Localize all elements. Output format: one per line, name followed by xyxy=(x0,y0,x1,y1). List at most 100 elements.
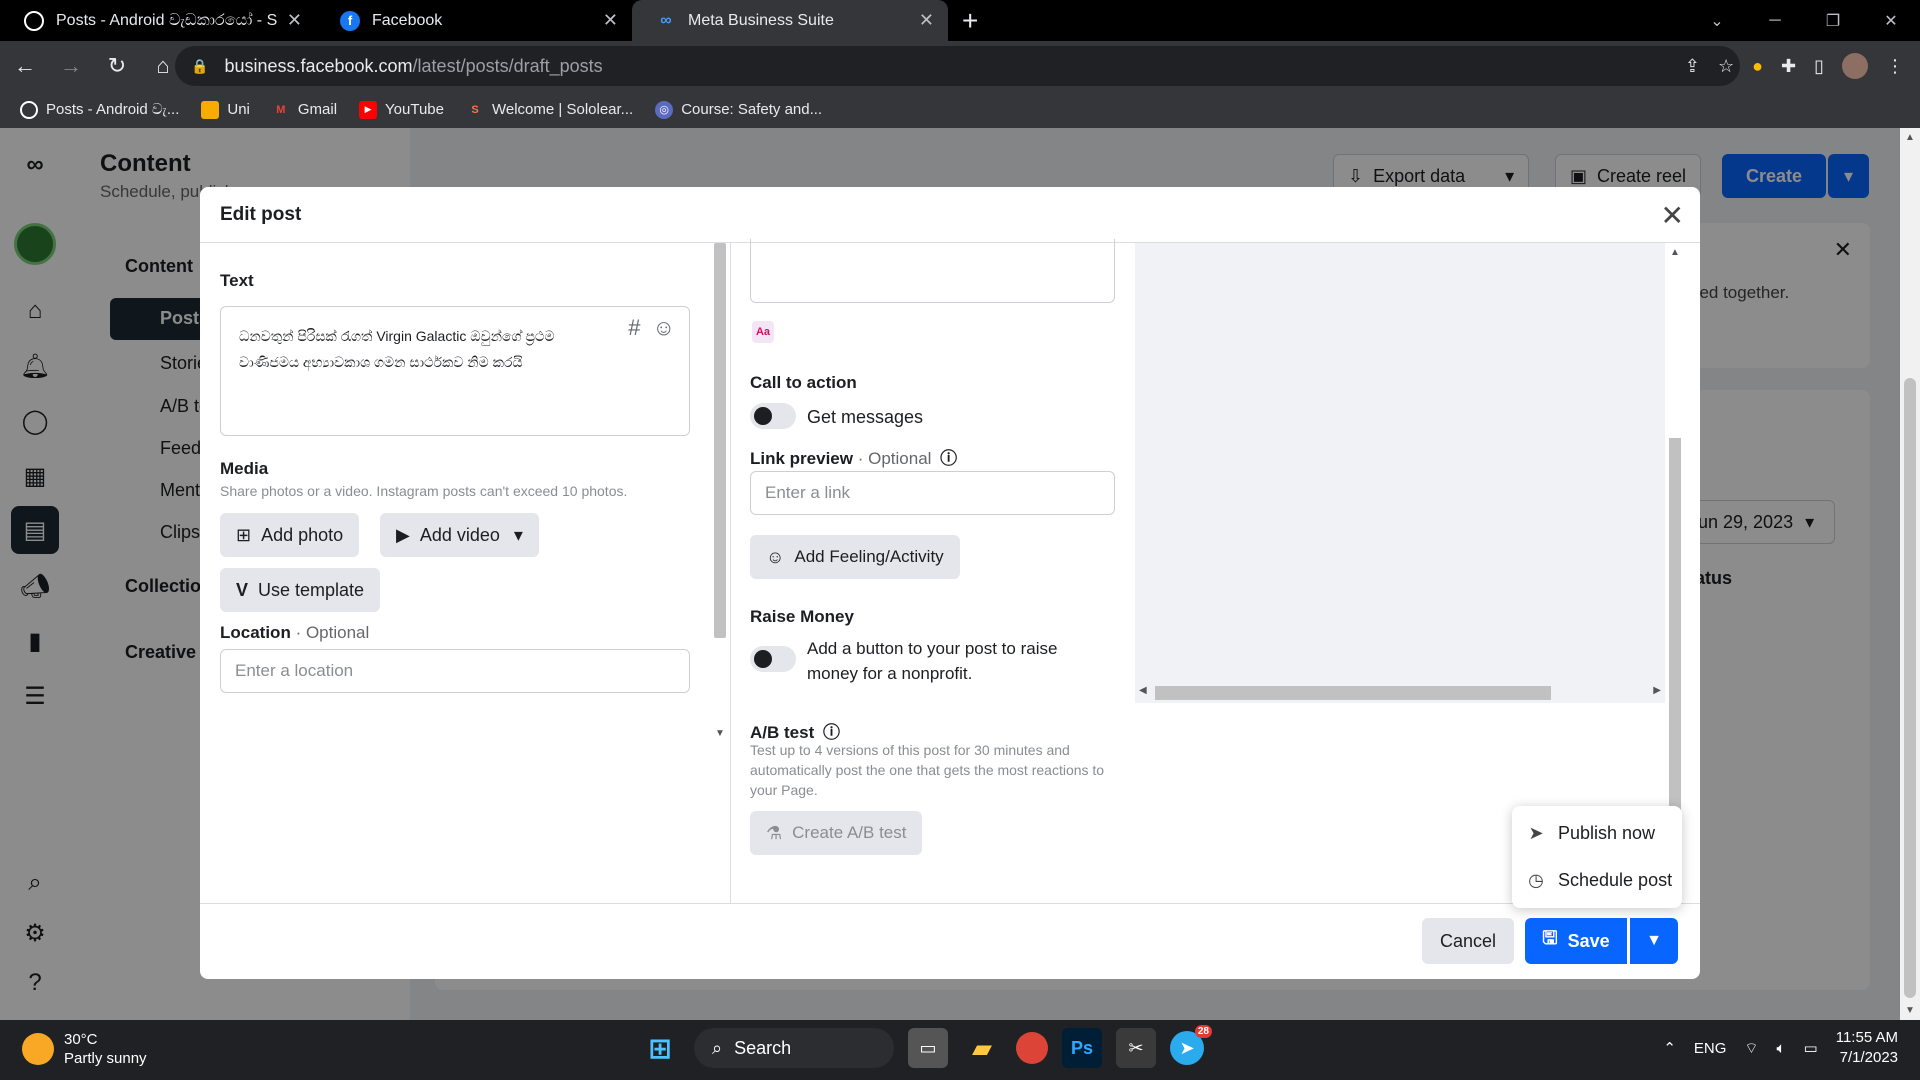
snipping-tool-icon[interactable]: ✂ xyxy=(1116,1028,1156,1068)
link-preview-label: Link preview xyxy=(750,449,853,468)
close-window-icon[interactable]: ✕ xyxy=(1862,11,1920,31)
get-messages-toggle[interactable] xyxy=(750,403,796,429)
cta-label: Call to action xyxy=(750,373,857,392)
close-icon[interactable]: ✕ xyxy=(1661,199,1684,232)
menu-item-publish-now[interactable]: ➤ Publish now xyxy=(1512,810,1682,857)
modal-title: Edit post xyxy=(220,203,302,225)
info-icon[interactable]: ⓘ xyxy=(940,449,957,468)
minimize-icon[interactable]: ─ xyxy=(1746,12,1804,30)
bookmark-uni[interactable]: Uni xyxy=(201,100,250,119)
textarea-icons: # ☺ xyxy=(628,315,675,341)
edit-post-modal: Edit post ✕ Text ධනවතුන් පිරිසක් රැගත් V… xyxy=(200,187,1700,979)
bookmark-course[interactable]: ◎ Course: Safety and... xyxy=(655,100,822,119)
taskbar-apps: ⊞ ⌕ Search ▭ ▰ Ps ✂ ➤ 28 xyxy=(640,1025,1212,1068)
clock[interactable]: 11:55 AM 7/1/2023 xyxy=(1836,1028,1898,1068)
lock-icon[interactable]: 🔒 xyxy=(191,58,208,75)
preview-horizontal-scrollbar[interactable]: ◀ ▶ xyxy=(1135,681,1665,703)
volume-icon[interactable]: 🔈︎ xyxy=(1777,1040,1786,1057)
taskbar-search[interactable]: ⌕ Search xyxy=(694,1028,894,1068)
video-icon: ▶ xyxy=(396,524,410,545)
reload-icon[interactable]: ↻ xyxy=(96,53,138,79)
save-options-dropdown-button[interactable]: ▼ xyxy=(1630,918,1678,964)
emoji-icon[interactable]: ☺ xyxy=(653,315,675,341)
save-button[interactable]: 🖫 Save xyxy=(1525,918,1627,964)
flask-icon: ⚗ xyxy=(766,822,783,843)
scroll-thumb[interactable] xyxy=(1669,438,1681,858)
add-photo-button[interactable]: ⊞ Add photo xyxy=(220,513,360,557)
photoshop-icon[interactable]: Ps xyxy=(1062,1028,1102,1068)
weather-text: Partly sunny xyxy=(64,1050,147,1067)
bookmark-posts-android[interactable]: Posts - Android වැ... xyxy=(20,100,179,119)
extensions-puzzle-icon[interactable]: ✚ xyxy=(1781,56,1796,77)
bookmark-star-icon[interactable]: ☆ xyxy=(1718,56,1734,77)
bookmark-youtube[interactable]: ▶ YouTube xyxy=(359,100,444,119)
bookmark-sololearn[interactable]: S Welcome | Sololear... xyxy=(466,101,633,119)
new-tab-button[interactable]: + xyxy=(962,0,978,41)
close-icon[interactable]: ✕ xyxy=(287,10,302,31)
raise-money-label: Raise Money xyxy=(750,607,854,626)
side-panel-icon[interactable]: ▯ xyxy=(1814,56,1824,77)
scroll-up-icon[interactable]: ▲ xyxy=(1905,132,1915,143)
file-explorer-icon[interactable]: ▰ xyxy=(962,1028,1002,1068)
telegram-icon[interactable]: ➤ 28 xyxy=(1170,1025,1212,1065)
use-template-button[interactable]: V Use template xyxy=(220,568,381,612)
wifi-icon[interactable]: ⌔ xyxy=(1744,1039,1758,1058)
bookmarks-bar: Posts - Android වැ... Uni M Gmail ▶ YouT… xyxy=(0,91,1920,128)
share-icon[interactable]: ⇪ xyxy=(1685,56,1700,77)
url-path: /latest/posts/draft_posts xyxy=(412,55,603,76)
secondary-text-box[interactable] xyxy=(750,239,1115,303)
post-text-input[interactable]: ධනවතුන් පිරිසක් රැගත් Virgin Galactic ඔව… xyxy=(220,306,690,436)
bookmark-gmail[interactable]: M Gmail xyxy=(272,101,337,119)
template-v-icon: V xyxy=(236,579,249,600)
scroll-thumb[interactable] xyxy=(1904,378,1916,998)
address-bar[interactable]: 🔒 business.facebook.com /latest/posts/dr… xyxy=(175,46,1740,86)
editor-scrollbar[interactable]: ▼ xyxy=(710,243,730,743)
page-scrollbar[interactable]: ▲ ▼ xyxy=(1900,128,1920,1020)
scroll-right-icon[interactable]: ▶ xyxy=(1653,685,1661,696)
back-icon[interactable]: ← xyxy=(4,53,46,79)
taskbar: 30°C Partly sunny ⊞ ⌕ Search ▭ ▰ Ps ✂ ➤ 2… xyxy=(0,1020,1920,1080)
location-input[interactable]: Enter a location xyxy=(220,649,690,693)
language-indicator[interactable]: ENG xyxy=(1694,1040,1727,1057)
forward-icon[interactable]: → xyxy=(50,53,92,79)
battery-icon[interactable]: ▭ xyxy=(1804,1039,1818,1057)
menu-item-schedule-post[interactable]: ◷ Schedule post xyxy=(1512,857,1682,904)
close-icon[interactable]: ✕ xyxy=(603,10,618,31)
scroll-down-icon[interactable]: ▼ xyxy=(1905,1005,1915,1016)
classroom-icon xyxy=(201,100,220,119)
add-feeling-button[interactable]: ☺ Add Feeling/Activity xyxy=(750,535,960,579)
hashtag-icon[interactable]: # xyxy=(628,315,640,341)
maximize-icon[interactable]: ❐ xyxy=(1804,11,1862,31)
location-placeholder: Enter a location xyxy=(235,661,354,680)
chrome-icon[interactable] xyxy=(1016,1032,1048,1064)
raise-money-toggle[interactable] xyxy=(750,646,796,672)
extension-chrome-icon[interactable]: ● xyxy=(1752,56,1763,77)
location-optional: · Optional xyxy=(295,623,370,642)
post-options-column: Aa Call to action Get messages Link prev… xyxy=(750,239,1115,903)
bookmark-label: Gmail xyxy=(297,101,338,118)
create-ab-test-button[interactable]: ⚗ Create A/B test xyxy=(750,811,923,855)
windows-start-icon[interactable]: ⊞ xyxy=(640,1028,680,1068)
bookmark-label: Welcome | Sololear... xyxy=(492,101,634,118)
tab-facebook[interactable]: f Facebook ✕ xyxy=(316,0,632,41)
chevron-up-icon[interactable]: ⌃ xyxy=(1663,1039,1676,1057)
menu-dots-icon[interactable]: ⋮ xyxy=(1886,56,1904,77)
link-placeholder: Enter a link xyxy=(765,483,851,502)
tab-search-icon[interactable]: ⌄ xyxy=(1688,11,1746,31)
scroll-thumb[interactable] xyxy=(1155,686,1551,700)
add-video-button[interactable]: ▶ Add video ▾ xyxy=(380,513,539,557)
scroll-up-icon[interactable]: ▲ xyxy=(1670,247,1680,258)
task-view-icon[interactable]: ▭ xyxy=(908,1028,948,1068)
close-icon[interactable]: ✕ xyxy=(919,10,934,31)
text-style-icon[interactable]: Aa xyxy=(752,321,774,343)
scroll-left-icon[interactable]: ◀ xyxy=(1139,685,1147,696)
scroll-down-icon[interactable]: ▼ xyxy=(715,728,725,739)
cancel-button[interactable]: Cancel xyxy=(1422,918,1515,964)
link-input[interactable]: Enter a link xyxy=(750,471,1115,515)
tab-posts-android[interactable]: Posts - Android වැඩකාරයෝ - S ✕ xyxy=(0,0,316,41)
tab-meta-business-suite[interactable]: ∞ Meta Business Suite ✕ xyxy=(632,0,948,41)
modal-scrollbar[interactable]: ▲ ▼ xyxy=(1665,243,1685,903)
weather-widget[interactable]: 30°C Partly sunny xyxy=(22,1030,147,1068)
profile-avatar-icon[interactable] xyxy=(1842,53,1868,79)
scroll-thumb[interactable] xyxy=(714,243,726,638)
